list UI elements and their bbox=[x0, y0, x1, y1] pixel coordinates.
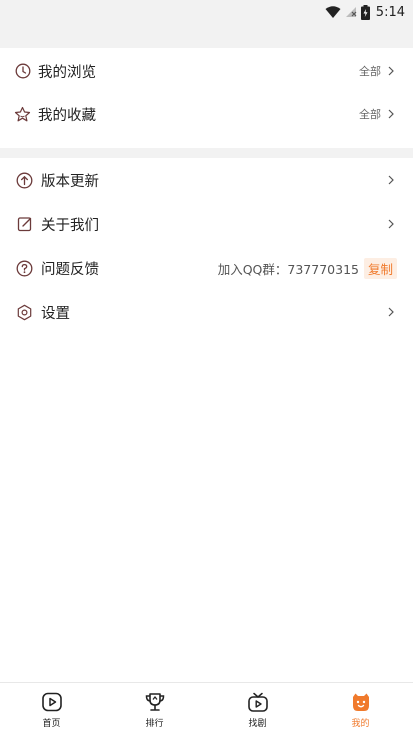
section-separator bbox=[0, 148, 413, 158]
status-time: 5:14 bbox=[375, 4, 405, 20]
my-browse-label: 我的浏览 bbox=[38, 64, 96, 81]
settings-chevron bbox=[381, 307, 395, 317]
star-icon bbox=[14, 106, 31, 123]
feedback-row[interactable]: 问题反馈 加入QQ群：737770315 复制 bbox=[0, 257, 413, 279]
qq-group-text: 加入QQ群：737770315 bbox=[217, 261, 359, 277]
nav-mine[interactable]: 我的 bbox=[309, 683, 412, 734]
nav-ranking[interactable]: 排行 bbox=[103, 683, 206, 734]
my-browse-row[interactable]: 我的浏览 全部 bbox=[0, 61, 413, 81]
edit-icon bbox=[16, 216, 33, 233]
chevron-right-icon bbox=[388, 109, 394, 119]
settings-group: 版本更新 关于我们 问题反馈 加入QQ群：737770315 复制 设置 bbox=[0, 158, 413, 338]
copy-button[interactable]: 复制 bbox=[363, 257, 397, 279]
chevron-right-icon bbox=[388, 175, 394, 185]
chevron-right-icon bbox=[388, 66, 394, 76]
status-icons: 5:14 bbox=[325, 3, 405, 21]
help-icon bbox=[16, 260, 33, 277]
my-browse-all[interactable]: 全部 bbox=[359, 63, 395, 79]
nav-home[interactable]: 首页 bbox=[0, 683, 103, 734]
tv-icon bbox=[247, 692, 268, 712]
bottom-nav: 首页 排行 找剧 我的 bbox=[0, 682, 413, 734]
nav-find-drama[interactable]: 找剧 bbox=[206, 683, 309, 734]
my-favorites-row[interactable]: 我的收藏 全部 bbox=[0, 104, 413, 124]
header-strip bbox=[0, 24, 413, 48]
feedback-right: 加入QQ群：737770315 复制 bbox=[217, 257, 397, 279]
chevron-right-icon bbox=[388, 219, 394, 229]
my-favorites-all[interactable]: 全部 bbox=[359, 106, 395, 122]
settings-row[interactable]: 设置 bbox=[0, 301, 413, 323]
profile-icon bbox=[352, 693, 369, 711]
gear-icon bbox=[16, 304, 33, 321]
settings-label: 设置 bbox=[41, 305, 70, 322]
trophy-icon bbox=[145, 693, 164, 711]
nav-ranking-label: 排行 bbox=[145, 719, 164, 729]
play-icon bbox=[41, 692, 62, 712]
about-us-row[interactable]: 关于我们 bbox=[0, 213, 413, 235]
signal-icon bbox=[345, 7, 357, 17]
chevron-right-icon bbox=[388, 307, 394, 317]
battery-icon bbox=[360, 4, 370, 20]
wifi-icon bbox=[325, 5, 341, 18]
about-us-label: 关于我们 bbox=[41, 217, 99, 234]
version-update-chevron bbox=[381, 175, 395, 185]
nav-mine-label: 我的 bbox=[351, 719, 370, 729]
feedback-label: 问题反馈 bbox=[41, 261, 99, 278]
nav-find-drama-label: 找剧 bbox=[248, 719, 267, 729]
clock-icon bbox=[14, 63, 31, 80]
my-browse-all-label: 全部 bbox=[359, 65, 381, 78]
status-bar: 5:14 bbox=[0, 0, 413, 24]
nav-home-label: 首页 bbox=[42, 719, 61, 729]
history-group: 我的浏览 全部 我的收藏 全部 bbox=[0, 48, 413, 148]
version-update-label: 版本更新 bbox=[41, 173, 99, 190]
my-favorites-all-label: 全部 bbox=[359, 108, 381, 121]
upload-icon bbox=[16, 172, 33, 189]
my-favorites-label: 我的收藏 bbox=[38, 107, 96, 124]
version-update-row[interactable]: 版本更新 bbox=[0, 169, 413, 191]
about-us-chevron bbox=[381, 219, 395, 229]
